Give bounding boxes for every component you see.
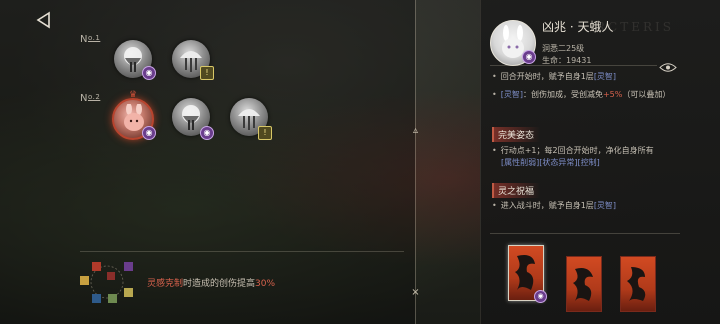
enemy-level: 洞悉二25级 bbox=[542, 44, 585, 53]
effect-1: • 回合开始时，赋予自身1层[灵智] bbox=[492, 72, 617, 81]
divider-triangle-icon: ▵ bbox=[412, 125, 419, 136]
skill-card-3[interactable] bbox=[620, 256, 656, 312]
skill-card-2[interactable] bbox=[566, 256, 602, 312]
warning-icon: ! bbox=[258, 126, 272, 140]
panel-border bbox=[480, 0, 481, 324]
row-2-label: No.2 bbox=[80, 93, 101, 104]
warning-icon: ! bbox=[200, 66, 214, 80]
bottom-separator bbox=[80, 251, 404, 252]
section-perfect-stance: 完美姿态 bbox=[492, 127, 541, 142]
cards-separator bbox=[490, 233, 680, 234]
affinity-wheel-icon bbox=[80, 258, 135, 306]
section1-effect: • 行动点+1；每2回合开始时，净化自身所有 [属性削弱][状态异常][控制] bbox=[492, 146, 654, 167]
row-1-label: No.1 bbox=[80, 34, 101, 45]
panel-divider bbox=[415, 0, 416, 324]
spirit-icon: ◉ bbox=[534, 290, 547, 303]
header-separator bbox=[490, 65, 657, 66]
affinity-buff-text: 灵感克制时造成的创伤提高30% bbox=[147, 279, 276, 289]
spirit-icon: ◉ bbox=[142, 126, 156, 140]
effect-2: • [灵智]：创伤加成，受创减免+5%（可以叠加） bbox=[492, 90, 671, 99]
section-spirit-blessing: 灵之祝福 bbox=[492, 183, 541, 198]
back-arrow-icon[interactable] bbox=[34, 10, 54, 30]
spirit-icon: ◉ bbox=[200, 126, 214, 140]
spirit-icon: ◉ bbox=[142, 66, 156, 80]
enemy-name: 凶兆 · 天蛾人 bbox=[542, 20, 614, 34]
spirit-icon: ◉ bbox=[522, 50, 536, 64]
section2-effect: • 进入战斗时，赋予自身1层[灵智] bbox=[492, 201, 617, 210]
divider-close-icon[interactable]: × bbox=[410, 287, 421, 298]
